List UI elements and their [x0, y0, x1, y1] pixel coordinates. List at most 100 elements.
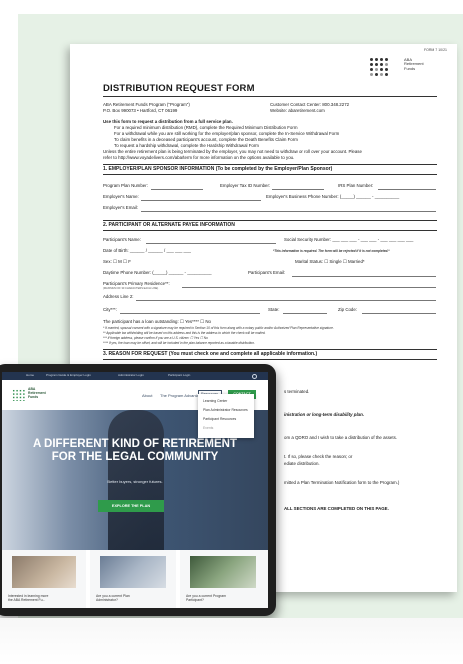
section-2-rule-bottom	[103, 230, 437, 231]
hero-title-line-1: A DIFFERENT KIND OF RETIREMENT	[32, 438, 237, 450]
footnote-4: **** If yes, the loan may be offset, and…	[103, 341, 255, 345]
sex-checkboxes[interactable]: Sex: ☐ M ☐ F	[103, 259, 131, 264]
participant-email-label: Participant's Email:	[248, 270, 286, 275]
tablet-screen: Home Program Guide & Employer Login Admi…	[2, 372, 268, 608]
floor-reflection	[0, 618, 463, 664]
section-2-rule-top	[103, 220, 437, 221]
card-plan-administrator[interactable]: Are you a current Plan Administrator?	[90, 550, 176, 608]
aba-logo-dots	[370, 58, 402, 82]
bullet-4: To request a hardship withdrawal, comple…	[114, 143, 259, 148]
card-photo-learn-more	[12, 556, 76, 588]
city-field[interactable]	[120, 313, 260, 314]
dropdown-participant-resources[interactable]: Participant Resources	[203, 417, 236, 421]
dropdown-learning-center[interactable]: Learning Center	[203, 399, 227, 403]
program-plan-number-field[interactable]	[151, 189, 203, 190]
primary-residence-field[interactable]	[182, 287, 436, 288]
section-1-heading: 1. EMPLOYER/PLAN SPONSOR INFORMATION (To…	[103, 166, 333, 172]
top-utility-nav: Home Program Guide & Employer Login Admi…	[2, 372, 268, 380]
menu-about[interactable]: About	[142, 394, 152, 398]
nav-link-program-guide[interactable]: Program Guide & Employer Login	[46, 374, 91, 377]
site-logo-text: ABA Retirement Funds	[28, 387, 46, 399]
ssn-label: Social Security Number: ___ ___ ___ - __…	[284, 237, 414, 242]
nav-link-home[interactable]: Home	[26, 374, 34, 377]
org-name: ABA Retirement Funds Program ("Program")	[103, 102, 190, 107]
dropdown-events[interactable]: Events	[203, 426, 213, 430]
reason-fragment-termination-notice: mitted a Plan Termination Notification f…	[284, 480, 400, 485]
card-program-participant[interactable]: Are you a current Program Participant?	[180, 550, 268, 608]
employer-name-field[interactable]	[141, 200, 261, 201]
footnote-3: *** If foreign address, please confirm i…	[103, 336, 208, 340]
participant-name-field[interactable]	[146, 243, 276, 244]
section-1-rule-bottom	[103, 174, 437, 175]
state-label: State:	[268, 307, 280, 312]
zip-field[interactable]	[362, 313, 436, 314]
card-participant-text: Are you a current Program Participant?	[186, 594, 226, 602]
nav-link-administrator-login[interactable]: Administrator Login	[118, 374, 144, 377]
menu-program-advantage[interactable]: The Program Advantage	[160, 394, 203, 398]
note-line-1: Unless the entire retirement plan is bei…	[103, 149, 362, 154]
resources-dropdown-menu: Learning Center Plan Administrator Resou…	[198, 394, 254, 438]
dob-label: Date of Birth: ______ / ______ / ___ ___…	[103, 248, 191, 253]
site-logo-dots[interactable]	[12, 389, 26, 401]
reason-fragment-immediate: ediate distribution.	[284, 461, 320, 466]
hero-title-line-2: FOR THE LEGAL COMMUNITY	[51, 451, 219, 463]
card-administrator-text: Are you a current Plan Administrator?	[96, 594, 130, 602]
reason-fragment-disability: inistration or long-term disability plan…	[284, 412, 365, 417]
contact-phone: Customer Contact Center: 800.348.2272	[270, 102, 350, 107]
note-line-2: refer to http://www.voyadelivers.com/aba…	[103, 155, 295, 160]
employer-name-label: Employer's Name:	[103, 194, 139, 199]
section-2-heading: 2. PARTICIPANT OR ALTERNATE PAYEE INFORM…	[103, 222, 235, 228]
employer-tax-id-field[interactable]	[272, 189, 324, 190]
contact-website: Website: abaretirement.com	[270, 108, 325, 113]
loan-outstanding-checkboxes[interactable]: The participant has a loan outstanding: …	[103, 319, 211, 324]
card-photo-administrator	[100, 556, 166, 588]
footnote-1: * If married, spousal consent with a sig…	[103, 326, 334, 330]
section-3-rule-top	[103, 349, 437, 350]
hero-subtitle: Better buyers, stronger futures.	[107, 479, 163, 484]
participant-name-label: Participant's Name:	[103, 237, 141, 242]
reason-fragment-qdro: om a QDRO and I wish to take a distribut…	[284, 435, 397, 440]
irs-plan-number-label: IRS Plan Number:	[338, 183, 374, 188]
program-plan-number-label: Program Plan Number:	[103, 183, 148, 188]
dropdown-plan-administrator-resources[interactable]: Plan Administrator Resources	[203, 408, 248, 412]
daytime-phone-label: Daytime Phone Number: (_____) ______ - _…	[103, 270, 212, 275]
irs-plan-number-field[interactable]	[378, 189, 436, 190]
nav-link-participant-login[interactable]: Participant Login	[168, 374, 190, 377]
address-line-2-field[interactable]	[136, 300, 436, 301]
city-label: City***:	[103, 307, 117, 312]
explore-plan-button[interactable]: EXPLORE THE PLAN	[98, 500, 164, 512]
section-3-rule-bottom	[103, 359, 437, 360]
required-note: *This information is required. The form …	[273, 249, 390, 253]
sections-completed-note: ALL SECTIONS ARE COMPLETED ON THIS PAGE.	[284, 506, 389, 511]
employer-email-field[interactable]	[141, 211, 436, 212]
reason-fragment-reason: t. If so, please check the reason; or	[284, 454, 353, 459]
form-number: FORM 7 10/21	[424, 48, 447, 52]
employer-tax-id-label: Employer Tax ID Number:	[220, 183, 271, 188]
zip-label: Zip Code:	[338, 307, 358, 312]
org-address: P.O. Box 990073 • Hartford, CT 06199	[103, 108, 178, 113]
residence-note: (MAXIMUM OF 30 CHARACTERS EACH LINE)	[103, 287, 159, 290]
tablet-device: Home Program Guide & Employer Login Admi…	[0, 364, 276, 616]
address-line-2-label: Address Line 2:	[103, 294, 134, 299]
form-title: DISTRIBUTION REQUEST FORM	[103, 83, 255, 94]
employer-email-label: Employer's Email:	[103, 205, 138, 210]
section-3-heading: 3. REASON FOR REQUEST (You must check on…	[103, 351, 318, 357]
marital-status-checkboxes[interactable]: Marital Status: ☐ Single ☐ Married*	[295, 259, 365, 264]
employer-phone-label: Employer's Business Phone Number: (_____…	[266, 194, 400, 199]
search-icon[interactable]	[252, 373, 257, 379]
footnote-2: ** Applicable tax withholding will be ba…	[103, 331, 266, 335]
reason-fragment-terminated: s terminated.	[284, 389, 310, 394]
title-rule	[103, 96, 437, 97]
aba-logo-text: ABA Retirement Funds	[404, 57, 424, 71]
primary-residence-label: Participant's Primary Residence**:	[103, 281, 170, 286]
bullet-2: For a withdrawal while you are still wor…	[114, 131, 340, 136]
participant-email-field[interactable]	[292, 276, 436, 277]
form-intro: Use this form to request a distribution …	[103, 119, 233, 124]
card-learn-more-text: Interested in learning more the ABA Reti…	[8, 594, 49, 602]
card-photo-participant	[190, 556, 256, 588]
section-1-rule-top	[103, 164, 437, 165]
bullet-1: For a required minimum distribution (RMD…	[114, 125, 298, 130]
state-field[interactable]	[283, 313, 327, 314]
card-learn-more[interactable]: Interested in learning more the ABA Reti…	[2, 550, 86, 608]
bullet-3: To claim benefits in a deceased particip…	[114, 137, 298, 142]
